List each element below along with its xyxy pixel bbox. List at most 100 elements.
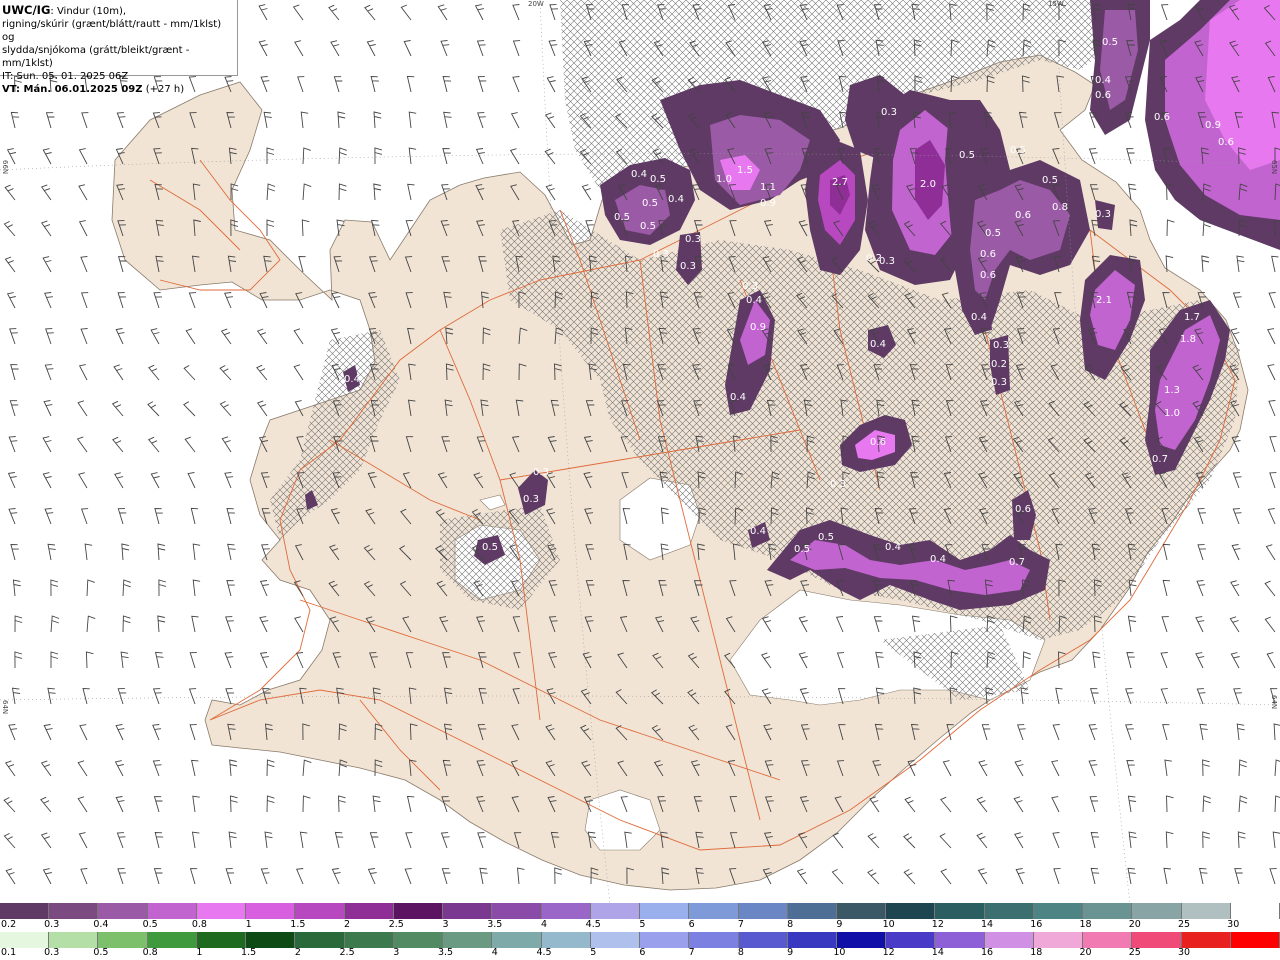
scale-label: 6 [639, 947, 646, 958]
scale-label: 30 [1177, 947, 1191, 958]
precip-value-label: 0.5 [818, 532, 834, 543]
scale-cell [492, 932, 542, 948]
precip-value-label: 0.6 [1015, 504, 1031, 515]
precip-value-label: 0.6 [980, 270, 996, 281]
scale-cell [344, 932, 394, 948]
scale-cell [246, 903, 296, 919]
precip-value-label: 2.0 [920, 179, 936, 190]
precip-value-label: 1.3 [1164, 385, 1180, 396]
precip-value-label: 0.3 [879, 256, 895, 267]
scale-cell [196, 932, 247, 948]
lat-label-65n-right: 65N [1270, 160, 1278, 175]
scale-cell [1083, 932, 1133, 948]
scale-cell [1181, 903, 1231, 919]
precip-value-label: 0.4 [930, 554, 946, 565]
scale-cell [836, 932, 887, 948]
scale-label: 3 [393, 947, 400, 958]
scale-label: 9 [836, 919, 843, 930]
precip-value-label: 0.4 [750, 526, 766, 537]
scale-cell [590, 903, 641, 919]
scale-label: 5 [590, 947, 597, 958]
scale-label: 10 [882, 919, 895, 930]
scale-cell [689, 903, 739, 919]
scale-label: 1.5 [290, 919, 306, 930]
scale-cell [1132, 903, 1182, 919]
scale-label: 2.5 [339, 947, 355, 958]
scale-cell [541, 932, 591, 948]
scale-cell [836, 903, 887, 919]
scale-cell [0, 903, 50, 919]
precip-value-label: 0.2 [991, 359, 1007, 370]
precip-value-label: 1.8 [1180, 334, 1196, 345]
precip-value-label: 0.8 [1052, 202, 1068, 213]
snow-scale-labels: 0.2 0.3 0.4 0.5 0.8 1 1.5 2 2.5 3 3.5 4 4.5 5 6 7 8 9 10 12… [0, 919, 1280, 931]
scale-cell [984, 903, 1034, 919]
scale-cell [98, 932, 148, 948]
issue-time: IT: Sun. 05. 01. 2025 06Z [2, 71, 129, 82]
scale-label: 30 [1227, 919, 1240, 930]
precip-value-label: 0.3 [653, 249, 669, 260]
precip-value-label: 0.4 [344, 374, 360, 385]
scale-cell [984, 932, 1034, 948]
precip-value-label: 0.6 [1095, 90, 1111, 101]
precip-value-label: 0.4 [870, 339, 886, 350]
precip-value-label: 0.9 [760, 198, 776, 209]
scale-cell [49, 903, 99, 919]
scale-label: 0.8 [191, 919, 207, 930]
precip-value-label: 2.7 [832, 177, 848, 188]
snow-color-scale [0, 903, 1280, 919]
precip-value-label: 1.7 [1184, 312, 1200, 323]
scale-cell [590, 932, 641, 948]
precip-value-label: 1.1 [760, 182, 776, 193]
precip-value-label: 0.4 [730, 392, 746, 403]
precip-value-label: 0.3 [991, 377, 1007, 388]
scale-label: 25 [1177, 919, 1191, 930]
scale-label: 18 [1079, 919, 1092, 930]
scale-label: 18 [1030, 947, 1043, 958]
lon-label-15w: 15W [1048, 0, 1064, 8]
scale-label: 10 [833, 947, 846, 958]
precip-value-label: 0.3 [523, 494, 539, 505]
scale-cell [0, 932, 50, 948]
scale-label: 4.5 [536, 947, 552, 958]
precip-value-label: 0.6 [1015, 210, 1031, 221]
precip-value-label: 0.5 [642, 198, 658, 209]
scale-label: 25 [1128, 947, 1141, 958]
scale-label: 0.4 [93, 919, 109, 930]
precip-value-label: 0.4 [631, 169, 647, 180]
scale-label: 0.5 [142, 919, 158, 930]
scale-cell [295, 903, 345, 919]
lat-label-64n-right: 64N [1270, 695, 1278, 710]
scale-label: 8 [787, 919, 794, 930]
precip-value-label: 0.3 [533, 467, 549, 478]
scale-label: 7 [688, 947, 695, 958]
scale-cell [1132, 932, 1182, 948]
scale-cell [886, 903, 936, 919]
precip-value-label: 0.3 [680, 261, 696, 272]
description-line2: rigning/skúrir (grænt/blátt/rautt - mm/1… [2, 19, 222, 43]
precip-value-label: 0.4 [971, 312, 987, 323]
scale-label: 6 [688, 919, 695, 930]
precip-value-label: 0.9 [750, 322, 766, 333]
precip-value-label: 0.5 [959, 150, 975, 161]
precip-value-label: 0.5 [1010, 145, 1026, 156]
scale-cell [1181, 932, 1231, 948]
scale-label: 16 [1030, 919, 1043, 930]
scale-label: 0.1 [1, 947, 17, 958]
precip-value-label: 0.7 [1009, 557, 1025, 568]
scale-cell [541, 903, 591, 919]
scale-cell [640, 932, 690, 948]
scale-cell [738, 932, 788, 948]
precip-value-label: 0.3 [685, 234, 701, 245]
scale-cell [344, 903, 394, 919]
precip-value-label: 0.5 [1042, 175, 1058, 186]
rain-scale-labels: 0.1 0.3 0.5 0.8 1 1.5 2 2.5 3 3.5 4 4.5 5 6 7 8 9 10 12 14 1… [0, 947, 1280, 959]
precip-value-label: 0.3 [993, 340, 1009, 351]
scale-label: 0.3 [44, 947, 60, 958]
scale-cell [393, 932, 444, 948]
scale-cell [246, 932, 296, 948]
description-line1: : Vindur (10m), [50, 6, 127, 17]
scale-cell [1230, 932, 1280, 948]
scale-label: 9 [787, 947, 794, 958]
precip-value-label: 0.5 [482, 542, 498, 553]
